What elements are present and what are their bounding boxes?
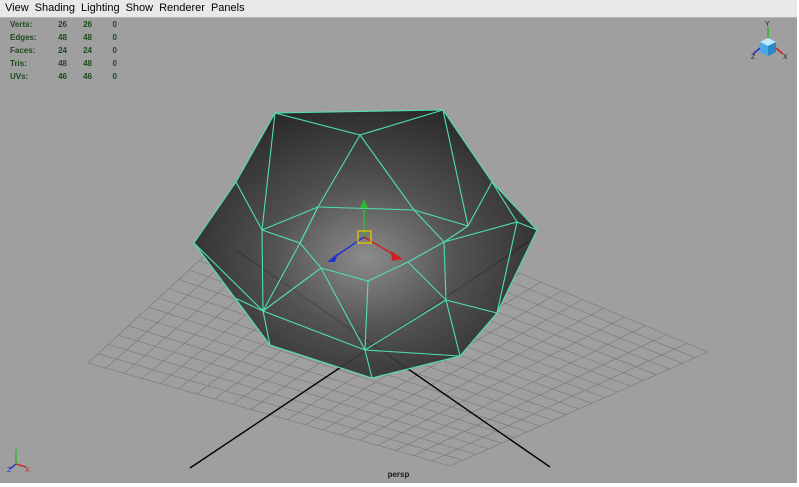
camera-name-label: persp xyxy=(387,470,410,479)
hud-value: 48 xyxy=(83,33,92,42)
hud-label: UVs: xyxy=(10,72,29,81)
view-cube-x-label: X xyxy=(783,54,788,61)
hud-value: 0 xyxy=(112,59,117,68)
hud-row: Verts: 26 26 0 xyxy=(10,18,117,31)
hud-value: 46 xyxy=(58,72,67,81)
hud-label: Verts: xyxy=(10,20,33,29)
hud-value: 48 xyxy=(58,59,67,68)
hud-label: Faces: xyxy=(10,46,36,55)
viewport-panel[interactable]: View Shading Lighting Show Renderer Pane… xyxy=(0,0,799,487)
poly-count-hud: Verts: 26 26 0 Edges: 48 48 0 Faces: 24 24 0 Tris: 48… xyxy=(10,18,117,83)
hud-value: 0 xyxy=(112,46,117,55)
view-cube-z-label: Z xyxy=(751,54,756,61)
hud-value: 46 xyxy=(83,72,92,81)
view-cube[interactable]: Y X Z xyxy=(751,21,788,61)
panel-border xyxy=(0,483,799,487)
hud-label: Edges: xyxy=(10,33,37,42)
hud-value: 24 xyxy=(83,46,92,55)
hud-row: Faces: 24 24 0 xyxy=(10,44,117,57)
hud-value: 48 xyxy=(83,59,92,68)
hud-value: 0 xyxy=(112,72,117,81)
hud-value: 48 xyxy=(58,33,67,42)
hud-value: 26 xyxy=(58,20,67,29)
axis-y-label: Y xyxy=(14,447,19,454)
hud-value: 26 xyxy=(83,20,92,29)
hud-value: 24 xyxy=(58,46,67,55)
hud-label: Tris: xyxy=(10,59,27,68)
viewport-scene: Y X Z Y X Z xyxy=(7,21,788,474)
hud-row: UVs: 46 46 0 xyxy=(10,70,117,83)
hud-row: Edges: 48 48 0 xyxy=(10,31,117,44)
hud-value: 0 xyxy=(112,20,117,29)
hud-row: Tris: 48 48 0 xyxy=(10,57,117,70)
grid-line xyxy=(431,342,688,462)
view-cube-y-label: Y xyxy=(765,21,770,28)
hud-value: 0 xyxy=(112,33,117,42)
